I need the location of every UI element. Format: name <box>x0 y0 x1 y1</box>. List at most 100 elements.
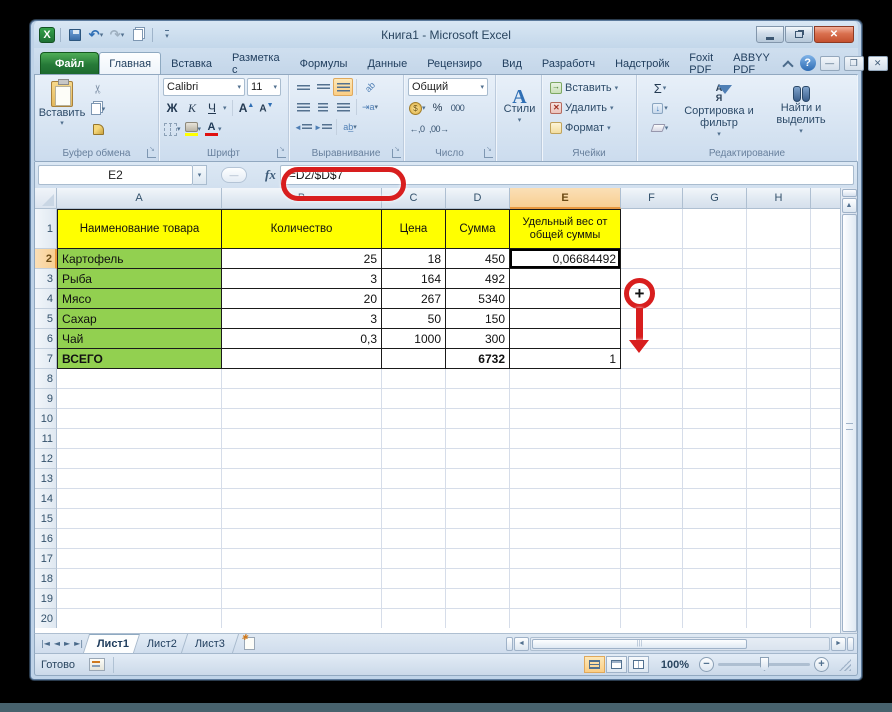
tab-abbyy-pdf[interactable]: ABBYY PDF <box>723 52 780 74</box>
cell-F16[interactable] <box>621 529 683 549</box>
cell-H9[interactable] <box>747 389 811 409</box>
cell-B11[interactable] <box>222 429 382 449</box>
align-top-button[interactable] <box>293 78 313 96</box>
vertical-split-handle[interactable] <box>842 189 857 197</box>
cell-D19[interactable] <box>446 589 510 609</box>
insert-function-button[interactable]: fx <box>265 167 276 183</box>
cell-C10[interactable] <box>382 409 446 429</box>
number-format-combo[interactable]: Общий▾ <box>408 78 488 96</box>
cell-G8[interactable] <box>683 369 747 389</box>
tab-view[interactable]: Вид <box>492 52 532 74</box>
cell-B12[interactable] <box>222 449 382 469</box>
cell-F18[interactable] <box>621 569 683 589</box>
close-button[interactable]: ✕ <box>814 26 854 43</box>
scroll-right-icon[interactable]: ► <box>831 637 846 651</box>
cell-H6[interactable] <box>747 329 811 349</box>
page-layout-view-button[interactable] <box>606 656 627 673</box>
cell-H20[interactable] <box>747 609 811 628</box>
cell-C7[interactable] <box>382 349 446 369</box>
sheet-nav-buttons[interactable]: |◄ ◄ ► ►| <box>35 634 90 653</box>
cell-A5[interactable]: Сахар <box>57 309 222 329</box>
row-header-14[interactable]: 14 <box>35 489 57 509</box>
cell-H15[interactable] <box>747 509 811 529</box>
cell-E16[interactable] <box>510 529 621 549</box>
cell-D11[interactable] <box>446 429 510 449</box>
insert-cells-button[interactable]: Вставить▾ <box>550 78 634 98</box>
cell-E1[interactable]: Удельный вес от общей суммы <box>510 209 621 249</box>
row-header-13[interactable]: 13 <box>35 469 57 489</box>
align-bottom-button[interactable] <box>333 78 353 96</box>
cell-H18[interactable] <box>747 569 811 589</box>
cell-C15[interactable] <box>382 509 446 529</box>
delete-cells-button[interactable]: Удалить▾ <box>550 98 634 118</box>
tab-page-layout[interactable]: Разметка с <box>222 52 290 74</box>
insert-sheet-button[interactable] <box>236 634 263 653</box>
cell-E18[interactable] <box>510 569 621 589</box>
restore-button[interactable] <box>785 26 813 43</box>
align-left-button[interactable] <box>293 98 313 116</box>
row-header-16[interactable]: 16 <box>35 529 57 549</box>
decrease-decimal-button[interactable]: ,00→ <box>428 120 450 138</box>
cell-A3[interactable]: Рыба <box>57 269 222 289</box>
cell-C12[interactable] <box>382 449 446 469</box>
wrap-text-button[interactable]: ab̲▾ <box>340 118 360 136</box>
cell-B10[interactable] <box>222 409 382 429</box>
workbook-close-button[interactable]: ✕ <box>868 56 888 71</box>
row-header-12[interactable]: 12 <box>35 449 57 469</box>
cell-E2[interactable]: 0,06684492 <box>510 249 621 269</box>
cell-G2[interactable] <box>683 249 747 269</box>
last-sheet-icon[interactable]: ►| <box>74 639 83 648</box>
cell-D20[interactable] <box>446 609 510 628</box>
autosum-button[interactable]: Σ▾ <box>647 79 673 97</box>
column-header-G[interactable]: G <box>683 188 747 209</box>
cell-C9[interactable] <box>382 389 446 409</box>
cell-F5[interactable] <box>621 309 683 329</box>
cell-G20[interactable] <box>683 609 747 628</box>
zoom-in-icon[interactable]: + <box>814 657 829 672</box>
cell-A14[interactable] <box>57 489 222 509</box>
dialog-launcher-icon[interactable] <box>392 149 401 158</box>
cell-F8[interactable] <box>621 369 683 389</box>
cell-D12[interactable] <box>446 449 510 469</box>
cell-D1[interactable]: Сумма <box>446 209 510 249</box>
cell-H3[interactable] <box>747 269 811 289</box>
workbook-minimize-button[interactable]: — <box>820 56 840 71</box>
cell-B19[interactable] <box>222 589 382 609</box>
tab-data[interactable]: Данные <box>357 52 417 74</box>
workbook-restore-button[interactable]: ❐ <box>844 56 864 71</box>
cell-H17[interactable] <box>747 549 811 569</box>
increase-decimal-button[interactable]: ←,0 <box>408 120 426 138</box>
cell-D17[interactable] <box>446 549 510 569</box>
cell-A15[interactable] <box>57 509 222 529</box>
cell-C13[interactable] <box>382 469 446 489</box>
cell-A20[interactable] <box>57 609 222 628</box>
vertical-scrollbar[interactable]: ▲ <box>840 188 857 633</box>
cell-D6[interactable]: 300 <box>446 329 510 349</box>
cell-G13[interactable] <box>683 469 747 489</box>
cell-H10[interactable] <box>747 409 811 429</box>
copy-button[interactable]: ▾ <box>85 100 111 118</box>
cell-B4[interactable]: 20 <box>222 289 382 309</box>
cell-G14[interactable] <box>683 489 747 509</box>
cell-A6[interactable]: Чай <box>57 329 222 349</box>
cell-A10[interactable] <box>57 409 222 429</box>
cell-H8[interactable] <box>747 369 811 389</box>
scroll-up-icon[interactable]: ▲ <box>842 198 857 213</box>
tab-home[interactable]: Главная <box>99 52 161 74</box>
cell-C17[interactable] <box>382 549 446 569</box>
row-header-6[interactable]: 6 <box>35 329 57 349</box>
cell-C4[interactable]: 267 <box>382 289 446 309</box>
fill-color-button[interactable]: ▾ <box>184 120 203 138</box>
cell-G19[interactable] <box>683 589 747 609</box>
tab-foxit-pdf[interactable]: Foxit PDF <box>679 52 723 74</box>
cell-A2[interactable]: Картофель <box>57 249 222 269</box>
cell-F1[interactable] <box>621 209 683 249</box>
cell-E3[interactable] <box>510 269 621 289</box>
cell-G9[interactable] <box>683 389 747 409</box>
row-header-10[interactable]: 10 <box>35 409 57 429</box>
dialog-launcher-icon[interactable] <box>277 149 286 158</box>
cell-C1[interactable]: Цена <box>382 209 446 249</box>
cell-F19[interactable] <box>621 589 683 609</box>
comma-style-button[interactable]: 000 <box>449 99 467 117</box>
dialog-launcher-icon[interactable] <box>484 149 493 158</box>
